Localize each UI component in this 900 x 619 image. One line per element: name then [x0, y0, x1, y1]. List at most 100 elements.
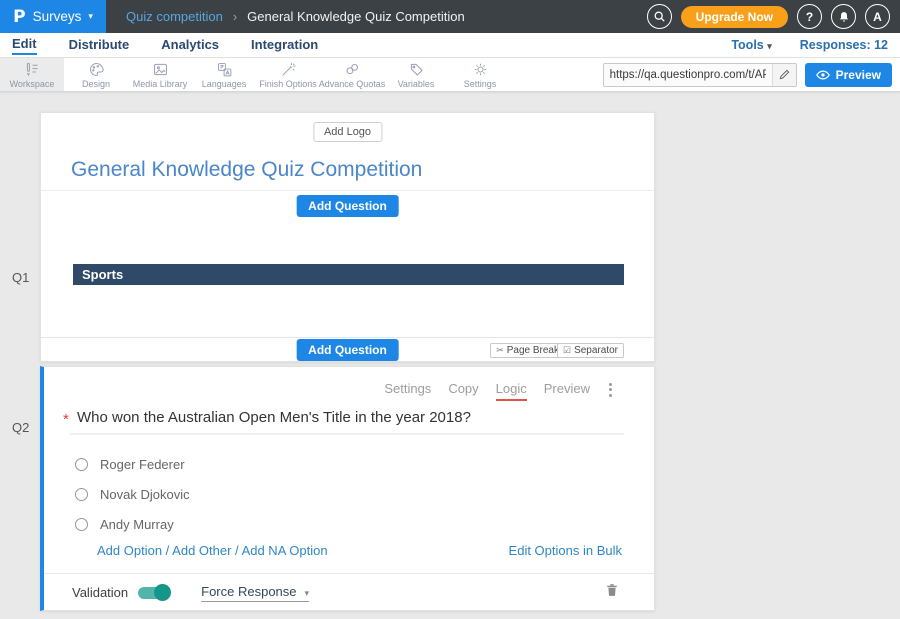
tools-label: Tools	[731, 38, 763, 52]
answer-option-row: Andy Murray	[75, 517, 174, 532]
toolbar-item-advance-quotas[interactable]: Advance Quotas	[320, 58, 384, 91]
toolbar-label: Settings	[464, 79, 497, 89]
chevron-down-icon: ▾	[88, 11, 93, 22]
page-break-icon: ✂	[496, 345, 504, 356]
divider	[41, 337, 654, 338]
question-menu-copy[interactable]: Copy	[448, 381, 478, 401]
radio-button-icon[interactable]	[75, 488, 88, 501]
breadcrumb-separator-icon: ›	[233, 9, 237, 24]
validation-toggle[interactable]	[138, 587, 169, 599]
separator-label: Separator	[574, 345, 618, 356]
question-menu-preview[interactable]: Preview	[544, 381, 590, 401]
link-separator: /	[162, 543, 172, 558]
pencil-icon	[779, 69, 790, 80]
toolbar-item-media-library[interactable]: Media Library	[128, 58, 192, 91]
answer-option-label[interactable]: Novak Djokovic	[100, 487, 190, 502]
toolbar-label: Media Library	[133, 79, 188, 89]
edit-toolbar: Workspace Design Media Library Languages…	[0, 58, 900, 92]
header-actions: Upgrade Now ? A	[647, 4, 900, 29]
help-button[interactable]: ?	[797, 4, 822, 29]
eye-icon	[816, 70, 830, 80]
answer-option-row: Roger Federer	[75, 457, 185, 472]
edit-options-in-bulk-link[interactable]: Edit Options in Bulk	[509, 543, 622, 558]
add-question-button-top[interactable]: Add Question	[296, 195, 399, 217]
product-name: Surveys	[33, 9, 82, 24]
chevron-down-icon: ▾	[305, 588, 310, 599]
add-other-link[interactable]: Add Other	[172, 543, 231, 558]
settings-icon	[472, 61, 489, 78]
search-button[interactable]	[647, 4, 672, 29]
radio-button-icon[interactable]	[75, 518, 88, 531]
upgrade-now-button[interactable]: Upgrade Now	[681, 6, 788, 28]
tab-edit[interactable]: Edit	[12, 36, 37, 55]
kebab-menu-icon[interactable]	[609, 380, 612, 399]
survey-nav: Edit Distribute Analytics Integration To…	[0, 33, 900, 58]
top-header: P Surveys ▾ Quiz competition › General K…	[0, 0, 900, 33]
media-library-icon	[152, 61, 169, 78]
bell-icon	[838, 11, 850, 23]
question-text[interactable]: Who won the Australian Open Men's Title …	[77, 409, 471, 426]
toolbar-label: Finish Options	[259, 79, 317, 89]
toolbar-item-finish-options[interactable]: Finish Options	[256, 58, 320, 91]
tab-integration[interactable]: Integration	[251, 37, 318, 54]
toolbar-label: Variables	[398, 79, 435, 89]
search-icon	[653, 10, 666, 23]
preview-label: Preview	[836, 68, 881, 82]
tab-distribute[interactable]: Distribute	[69, 37, 130, 54]
add-na-option-link[interactable]: Add NA Option	[242, 543, 328, 558]
responses-count[interactable]: Responses: 12	[800, 38, 888, 52]
required-marker: *	[63, 411, 69, 428]
add-option-link[interactable]: Add Option	[97, 543, 162, 558]
question-number-q2: Q2	[12, 420, 29, 435]
advance-quotas-icon	[344, 61, 361, 78]
tab-analytics[interactable]: Analytics	[161, 37, 219, 54]
q1-section-header[interactable]: Sports	[73, 264, 624, 285]
toolbar-item-languages[interactable]: Languages	[192, 58, 256, 91]
edit-url-button[interactable]	[772, 64, 796, 86]
survey-url-box	[603, 63, 797, 87]
add-logo-button[interactable]: Add Logo	[313, 122, 382, 142]
question-text-underline	[70, 433, 624, 435]
survey-title[interactable]: General Knowledge Quiz Competition	[71, 158, 422, 182]
question-number-q1: Q1	[12, 270, 29, 285]
notifications-button[interactable]	[831, 4, 856, 29]
force-response-value: Force Response	[201, 584, 296, 599]
preview-button[interactable]: Preview	[805, 63, 892, 87]
toolbar-item-settings[interactable]: Settings	[448, 58, 512, 91]
separator-button[interactable]: ☑ Separator	[557, 343, 624, 358]
toolbar-right: Preview	[603, 58, 900, 91]
tools-menu[interactable]: Tools ▾	[731, 38, 771, 52]
brand-menu[interactable]: P Surveys ▾	[0, 0, 106, 33]
add-question-button-bottom[interactable]: Add Question	[296, 339, 399, 361]
option-links: Add Option / Add Other / Add NA Option	[97, 543, 328, 558]
design-icon	[88, 61, 105, 78]
delete-question-button[interactable]	[606, 583, 618, 600]
force-response-dropdown[interactable]: Force Response ▾	[201, 584, 309, 602]
page-break-button[interactable]: ✂ Page Break	[490, 343, 565, 358]
question-mark-icon: ?	[806, 10, 813, 24]
toolbar-label: Design	[82, 79, 110, 89]
questionpro-logo-icon: P	[13, 7, 25, 27]
validation-label: Validation	[72, 585, 128, 600]
toolbar-item-workspace[interactable]: Workspace	[0, 58, 64, 91]
toggle-knob	[154, 584, 171, 601]
question-menu-logic[interactable]: Logic	[496, 381, 527, 401]
answer-option-row: Novak Djokovic	[75, 487, 190, 502]
breadcrumb-folder[interactable]: Quiz competition	[126, 9, 223, 24]
divider	[41, 190, 654, 191]
survey-url-input[interactable]	[604, 64, 772, 86]
radio-button-icon[interactable]	[75, 458, 88, 471]
question-menu: Settings Copy Logic Preview	[384, 381, 590, 401]
avatar[interactable]: A	[865, 4, 890, 29]
toolbar-label: Advance Quotas	[319, 79, 386, 89]
toolbar-item-variables[interactable]: Variables	[384, 58, 448, 91]
answer-option-label[interactable]: Roger Federer	[100, 457, 185, 472]
toolbar-item-design[interactable]: Design	[64, 58, 128, 91]
page-break-label: Page Break	[507, 345, 559, 356]
separator-checkbox-icon: ☑	[563, 345, 571, 356]
toolbar-label: Languages	[202, 79, 247, 89]
variables-icon	[408, 61, 425, 78]
answer-option-label[interactable]: Andy Murray	[100, 517, 174, 532]
question-menu-settings[interactable]: Settings	[384, 381, 431, 401]
subnav-right: Tools ▾ Responses: 12	[731, 38, 888, 52]
